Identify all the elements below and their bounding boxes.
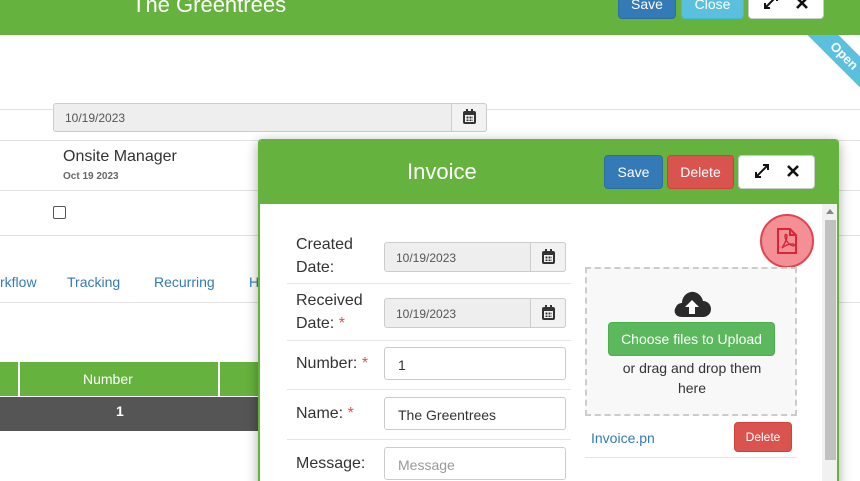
created-date-value: 10/19/2023 bbox=[396, 251, 457, 265]
background-date-value: 10/19/2023 bbox=[65, 111, 126, 125]
tab-workflow[interactable]: rkflow bbox=[0, 274, 37, 290]
message-input[interactable]: Message bbox=[384, 447, 566, 480]
name-label-text: Name: bbox=[296, 405, 344, 422]
table-row-number: 1 bbox=[116, 403, 124, 419]
required-marker: * bbox=[338, 315, 345, 332]
invoice-delete-button[interactable]: Delete bbox=[667, 155, 734, 189]
received-date-field[interactable]: 10/19/2023 bbox=[384, 298, 566, 328]
received-date-value: 10/19/2023 bbox=[396, 307, 457, 321]
background-checkbox[interactable] bbox=[53, 206, 66, 219]
invoice-modal-header: Invoice Save Delete bbox=[260, 139, 837, 204]
number-label-text: Number: bbox=[296, 355, 358, 372]
name-input[interactable]: The Greentrees bbox=[384, 397, 566, 430]
message-label: Message: bbox=[296, 455, 366, 472]
attached-file-link[interactable]: Invoice.pn bbox=[591, 430, 655, 446]
invoice-modal-body: Created Date: 10/19/2023 Received Date: … bbox=[260, 204, 837, 481]
created-date-label: Created Date: bbox=[296, 233, 353, 279]
received-date-label: Received Date: * bbox=[296, 289, 363, 335]
divider bbox=[287, 389, 571, 390]
scrollbar-thumb[interactable] bbox=[825, 220, 836, 460]
created-date-label-line1: Created bbox=[296, 236, 353, 253]
drop-hint-line1: or drag and drop them bbox=[622, 360, 762, 376]
table-header-number[interactable]: Number bbox=[83, 371, 133, 387]
table-header-cell bbox=[218, 362, 260, 396]
drop-hint-line2: here bbox=[677, 380, 707, 396]
drop-hint: or drag and drop them here bbox=[607, 358, 777, 398]
status-ribbon: Open bbox=[760, 35, 860, 110]
record-title: The Greentrees bbox=[132, 0, 287, 17]
invoice-window-controls bbox=[738, 155, 815, 189]
divider bbox=[287, 340, 571, 341]
divider bbox=[287, 283, 571, 284]
required-marker: * bbox=[361, 355, 369, 372]
expand-icon[interactable] bbox=[754, 163, 769, 181]
manager-name: Onsite Manager bbox=[63, 148, 177, 165]
attached-file-delete-button[interactable]: Delete bbox=[734, 422, 792, 452]
record-header: The Greentrees Save Close bbox=[0, 0, 860, 35]
file-pdf-icon[interactable] bbox=[760, 214, 814, 268]
expand-icon[interactable] bbox=[764, 0, 778, 12]
calendar-icon[interactable] bbox=[451, 103, 487, 132]
name-input-value: The Greentrees bbox=[398, 407, 497, 423]
record-window-controls bbox=[748, 0, 824, 19]
tab-tracking[interactable]: Tracking bbox=[67, 274, 120, 290]
number-input[interactable]: 1 bbox=[384, 347, 566, 380]
background-date-field[interactable]: 10/19/2023 bbox=[53, 103, 487, 132]
record-save-button[interactable]: Save bbox=[618, 0, 676, 19]
message-placeholder: Message bbox=[398, 457, 455, 473]
name-label: Name: * bbox=[296, 402, 354, 425]
manager-date: Oct 19 2023 bbox=[63, 171, 119, 182]
close-icon[interactable] bbox=[786, 164, 799, 180]
number-input-value: 1 bbox=[398, 357, 406, 373]
created-date-field[interactable]: 10/19/2023 bbox=[384, 242, 566, 272]
table-row[interactable]: 1 bbox=[0, 397, 260, 431]
record-close-button[interactable]: Close bbox=[681, 0, 744, 19]
invoice-modal-title: Invoice bbox=[407, 159, 477, 184]
modal-scrollbar[interactable] bbox=[822, 204, 837, 481]
tab-recurring[interactable]: Recurring bbox=[154, 274, 215, 290]
invoice-modal: Invoice Save Delete Created Date: 10/19/… bbox=[258, 139, 839, 481]
number-label: Number: * bbox=[296, 352, 368, 375]
close-icon[interactable] bbox=[796, 0, 808, 12]
status-ribbon-label: Open bbox=[786, 35, 860, 110]
file-drop-zone[interactable]: Choose files to Upload or drag and drop … bbox=[585, 267, 797, 416]
received-date-label-line2: Date: bbox=[296, 315, 335, 332]
required-marker: * bbox=[347, 405, 354, 422]
calendar-icon[interactable] bbox=[530, 298, 566, 328]
app-page: The Greentrees Save Close Open 10/19/202… bbox=[0, 0, 860, 481]
choose-files-button[interactable]: Choose files to Upload bbox=[608, 322, 775, 356]
received-date-label-line1: Received bbox=[296, 292, 363, 309]
cloud-upload-icon bbox=[672, 289, 712, 319]
created-date-label-line2: Date: bbox=[296, 259, 335, 276]
calendar-icon[interactable] bbox=[530, 242, 566, 272]
scroll-up-arrow-icon[interactable] bbox=[826, 209, 834, 214]
invoice-save-button[interactable]: Save bbox=[604, 155, 663, 189]
divider bbox=[287, 439, 571, 440]
divider bbox=[585, 457, 797, 458]
table-header: Number bbox=[0, 362, 260, 396]
